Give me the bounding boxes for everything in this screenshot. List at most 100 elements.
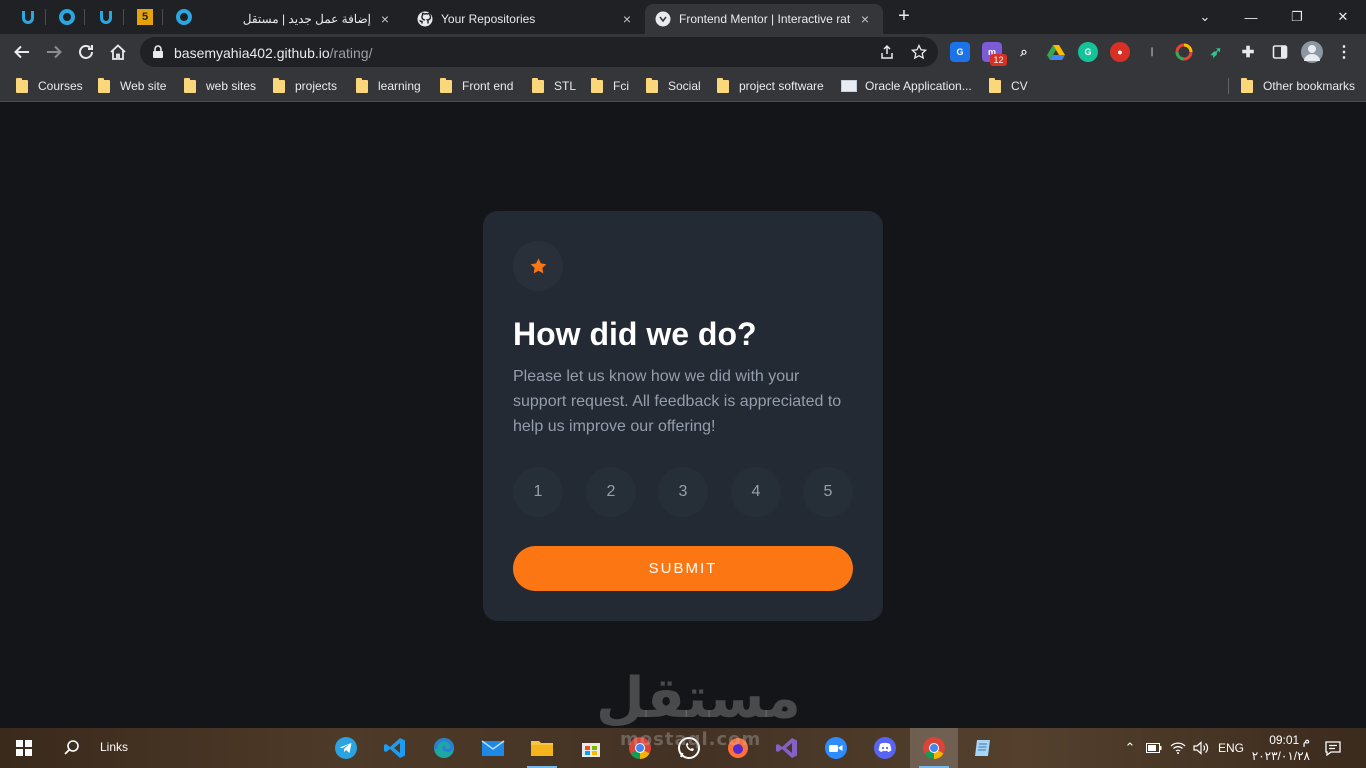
puzzle-icon[interactable]: ✚ (1238, 42, 1258, 62)
links-toolbar-label[interactable]: Links (100, 740, 128, 754)
telegram-taskbar-button[interactable] (322, 728, 370, 768)
extension-bird-icon[interactable]: ➶ (1206, 42, 1226, 62)
share-icon[interactable] (879, 44, 895, 60)
home-button[interactable] (104, 38, 132, 66)
github-icon (417, 11, 433, 27)
zoom-taskbar-button[interactable] (812, 728, 860, 768)
file-explorer-taskbar-button[interactable] (518, 728, 566, 768)
rating-button-5[interactable]: 5 (803, 467, 853, 517)
zoom-icon (825, 737, 847, 759)
battery-icon[interactable] (1144, 728, 1164, 768)
start-button[interactable] (0, 728, 48, 768)
google-drive-icon[interactable] (1046, 42, 1066, 62)
udemy-u-icon (100, 11, 112, 24)
bookmark-folder[interactable]: projects (273, 77, 337, 94)
extension-arabic-icon[interactable]: ﺍ (1142, 42, 1162, 62)
extension-ring-icon[interactable] (1174, 42, 1194, 62)
rating-button-2[interactable]: 2 (586, 467, 636, 517)
forward-button[interactable] (40, 38, 68, 66)
grammarly-icon[interactable]: G (1078, 42, 1098, 62)
bookmark-star-icon[interactable] (911, 44, 927, 60)
language-indicator[interactable]: ENG (1216, 728, 1246, 768)
home-icon (110, 44, 126, 60)
close-window-button[interactable]: ✕ (1320, 0, 1366, 34)
bookmark-label: learning (378, 79, 421, 93)
kebab-menu-icon[interactable]: ⋮ (1334, 42, 1354, 62)
new-tab-button[interactable]: + (893, 6, 915, 28)
page-viewport: How did we do? Please let us know how we… (0, 103, 1366, 728)
microsoft-store-taskbar-button[interactable] (567, 728, 615, 768)
chrome-active-taskbar-button[interactable] (910, 728, 958, 768)
html5-icon-label: 5 (141, 11, 149, 23)
bookmark-page[interactable]: Oracle Application... (841, 78, 972, 94)
avatar[interactable] (1301, 41, 1323, 63)
tab-close-button[interactable]: × (857, 11, 873, 27)
bookmark-folder[interactable]: CV (989, 77, 1028, 94)
browser-toolbar: basemyahia402.github.io/rating/ G m ⌕ G … (0, 34, 1366, 70)
bookmark-folder[interactable]: Courses (16, 77, 83, 94)
arrow-left-icon (14, 45, 29, 59)
tab-title: Your Repositories (441, 12, 536, 26)
bookmark-label: Other bookmarks (1263, 79, 1356, 93)
visual-studio-taskbar-button[interactable] (763, 728, 811, 768)
minimize-button[interactable]: — (1228, 0, 1274, 34)
bookmark-label: web sites (206, 79, 257, 93)
bookmark-folder[interactable]: learning (356, 77, 421, 94)
pinned-tab-udemy[interactable] (91, 4, 124, 30)
url-text[interactable]: basemyahia402.github.io/rating/ (174, 45, 372, 61)
bookmark-folder[interactable]: web sites (184, 77, 257, 94)
system-clock[interactable]: 09:01 م ٢٠٢٣/٠١/٢٨ (1250, 732, 1310, 764)
restore-button[interactable]: ❐ (1274, 0, 1320, 34)
address-bar[interactable]: basemyahia402.github.io/rating/ (140, 37, 938, 67)
bookmark-label: project software (739, 79, 824, 93)
folder-icon (98, 77, 110, 93)
side-panel-icon[interactable] (1270, 42, 1290, 62)
pinned-tab-ring[interactable] (169, 4, 199, 30)
rating-button-1[interactable]: 1 (513, 467, 563, 517)
folder-icon (989, 77, 1001, 93)
bookmark-folder[interactable]: Web site (98, 77, 167, 94)
frontend-mentor-icon (655, 11, 671, 27)
bookmark-label: Web site (120, 79, 167, 93)
bookmark-label: STL (554, 79, 577, 93)
mail-taskbar-button[interactable] (469, 728, 517, 768)
bookmark-folder[interactable]: project software (717, 77, 824, 94)
bookmark-folder[interactable]: Front end (440, 77, 513, 94)
rating-button-4[interactable]: 4 (731, 467, 781, 517)
folder-icon (531, 741, 553, 756)
tab-close-button[interactable]: × (619, 11, 635, 27)
other-bookmarks[interactable]: Other bookmarks (1241, 77, 1356, 94)
pinned-tab-html5[interactable]: 5 (130, 4, 163, 30)
discord-taskbar-button[interactable] (861, 728, 909, 768)
bookmark-folder[interactable]: Fci (591, 77, 629, 94)
bookmark-folder[interactable]: Social (646, 77, 701, 94)
taskbar-search-button[interactable] (52, 728, 92, 768)
tab-your-repositories[interactable]: Your Repositories × (407, 4, 645, 34)
arrow-right-icon (47, 45, 62, 59)
google-translate-icon[interactable]: G (950, 42, 970, 62)
tab-search-button[interactable]: ⌄ (1182, 0, 1228, 34)
back-button[interactable] (8, 38, 36, 66)
pinned-tab-udemy[interactable] (13, 4, 46, 30)
rating-button-3[interactable]: 3 (658, 467, 708, 517)
tab-mostaql[interactable]: إضافة عمل جديد | مستقل × (205, 4, 403, 34)
submit-button[interactable]: SUBMIT (513, 546, 853, 591)
extension-badge: 12 (990, 54, 1007, 66)
notepad-taskbar-button[interactable] (959, 728, 1007, 768)
notifications-icon[interactable] (1320, 728, 1346, 768)
extension-red-icon[interactable]: ● (1110, 42, 1130, 62)
pinned-tab-ring[interactable] (52, 4, 85, 30)
bookmark-label: Courses (38, 79, 83, 93)
tab-close-button[interactable]: × (377, 11, 393, 27)
folder-icon (440, 77, 452, 93)
vscode-taskbar-button[interactable] (371, 728, 419, 768)
tray-chevron-icon[interactable]: ⌃ (1120, 728, 1140, 768)
volume-icon[interactable] (1191, 728, 1211, 768)
clock-date: ٢٠٢٣/٠١/٢٨ (1251, 749, 1310, 763)
reload-button[interactable] (72, 38, 100, 66)
tab-frontend-mentor[interactable]: Frontend Mentor | Interactive rat × (645, 4, 883, 34)
wifi-icon[interactable] (1168, 728, 1188, 768)
edge-taskbar-button[interactable] (420, 728, 468, 768)
bookmark-folder[interactable]: STL (532, 77, 577, 94)
extension-search-icon[interactable]: ⌕ (1014, 42, 1034, 62)
